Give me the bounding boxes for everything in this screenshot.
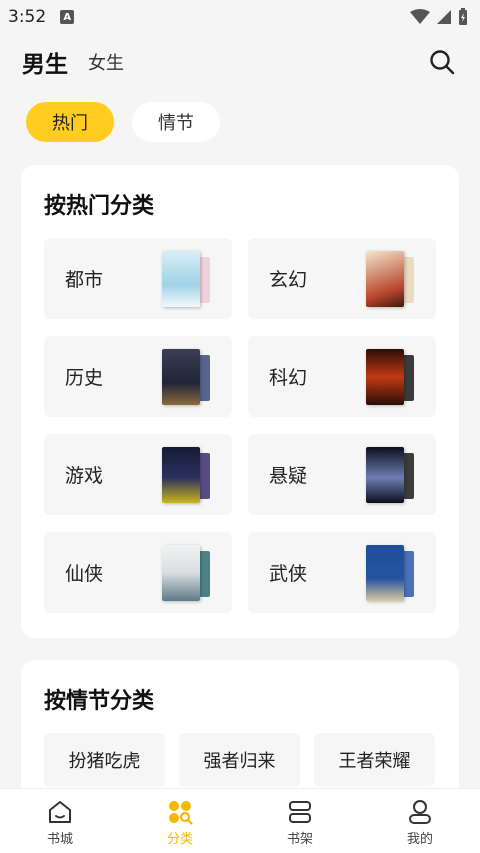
search-button[interactable] [426, 46, 458, 78]
bookshelf-icon [289, 801, 311, 823]
category-label: 历史 [65, 367, 104, 389]
section-title: 按热门分类 [44, 194, 155, 219]
status-indicators [410, 8, 468, 26]
plot-tag-row: 扮猪吃虎 强者归来 王者荣耀 [44, 733, 435, 787]
book-cover [162, 349, 200, 405]
section-title: 按情节分类 [44, 689, 155, 714]
home-icon [49, 801, 71, 823]
chip-hot[interactable]: 热门 [26, 102, 114, 142]
category-icon [169, 801, 193, 825]
book-cover [162, 447, 200, 503]
book-cover [366, 251, 404, 307]
category-item-xianxia[interactable]: 仙侠 [44, 532, 232, 613]
nav-label: 书架 [286, 832, 313, 847]
plot-tag[interactable]: 强者归来 [179, 733, 300, 787]
signal-icon [437, 10, 451, 24]
category-label: 都市 [65, 269, 104, 291]
category-label: 玄幻 [269, 269, 308, 291]
chip-plot[interactable]: 情节 [132, 102, 220, 142]
book-cover-stack [366, 447, 414, 503]
filter-chips: 热门 情节 [26, 102, 220, 142]
nav-label: 分类 [166, 832, 193, 847]
category-item-xuanhuan[interactable]: 玄幻 [248, 238, 436, 319]
book-cover-stack [162, 447, 210, 503]
status-bar: 3:52 A [0, 0, 480, 34]
hot-category-card: 按热门分类 都市 玄幻 历史 科幻 游戏 悬疑 仙侠 武侠 [21, 165, 459, 638]
nav-label: 我的 [406, 832, 433, 847]
book-cover-stack [162, 545, 210, 601]
top-bar: 男生 女生 [0, 34, 480, 90]
book-cover-stack [366, 545, 414, 601]
profile-icon [409, 800, 431, 824]
book-cover-stack [366, 251, 414, 307]
category-label: 科幻 [269, 367, 308, 389]
nav-item-profile[interactable]: 我的 [360, 789, 480, 853]
status-time: 3:52 [8, 7, 47, 27]
category-label: 游戏 [65, 465, 104, 487]
category-item-kehuan[interactable]: 科幻 [248, 336, 436, 417]
plot-tag[interactable]: 扮猪吃虎 [44, 733, 165, 787]
book-cover [366, 447, 404, 503]
wifi-icon [410, 9, 430, 24]
plot-tag[interactable]: 王者荣耀 [314, 733, 435, 787]
notification-icon: A [60, 10, 75, 24]
book-cover [162, 251, 200, 307]
category-item-wuxia[interactable]: 武侠 [248, 532, 436, 613]
tab-male[interactable]: 男生 [22, 45, 68, 79]
book-cover [366, 349, 404, 405]
book-cover-stack [366, 349, 414, 405]
book-cover-stack [162, 349, 210, 405]
book-cover-stack [162, 251, 210, 307]
search-icon [430, 50, 455, 75]
category-label: 悬疑 [269, 465, 308, 487]
nav-item-bookshelf[interactable]: 书架 [240, 789, 360, 853]
battery-icon [459, 8, 467, 25]
tab-female[interactable]: 女生 [88, 49, 124, 75]
category-item-lishi[interactable]: 历史 [44, 336, 232, 417]
book-cover [366, 545, 404, 601]
bottom-nav: 书城 分类 书架 我的 [0, 788, 480, 853]
book-cover [162, 545, 200, 601]
category-label: 武侠 [269, 563, 308, 585]
category-grid: 都市 玄幻 历史 科幻 游戏 悬疑 仙侠 武侠 [44, 238, 436, 613]
category-label: 仙侠 [65, 563, 104, 585]
category-item-youxi[interactable]: 游戏 [44, 434, 232, 515]
category-item-dushi[interactable]: 都市 [44, 238, 232, 319]
nav-item-category[interactable]: 分类 [120, 789, 240, 853]
category-item-xuanyi[interactable]: 悬疑 [248, 434, 436, 515]
nav-label: 书城 [46, 832, 73, 847]
nav-item-bookstore[interactable]: 书城 [0, 789, 120, 853]
